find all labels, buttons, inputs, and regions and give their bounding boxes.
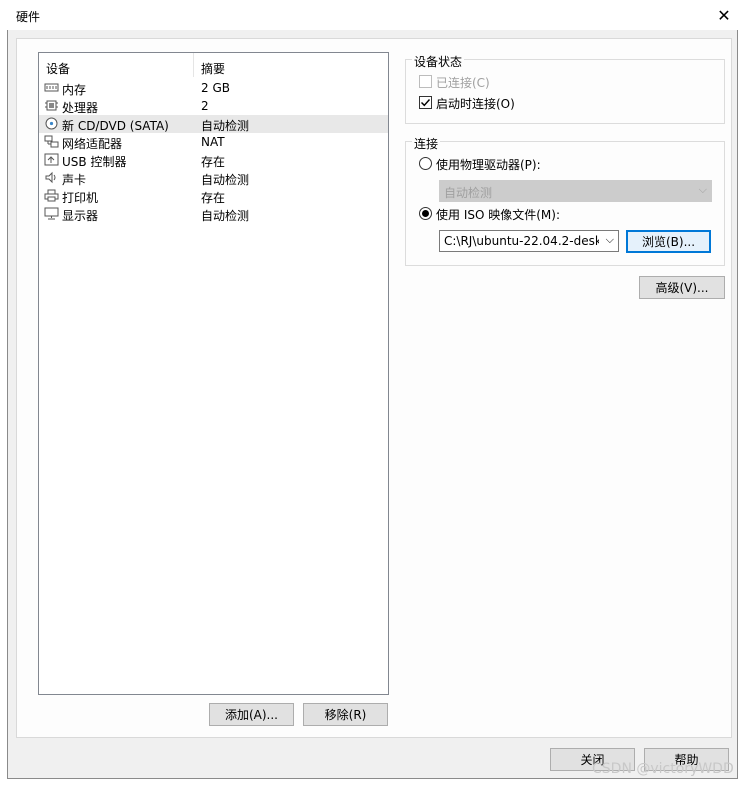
physical-drive-select[interactable]: 自动检测 ⌵	[439, 180, 712, 202]
dialog-client-area: 设备 摘要 内存 2 GB 处理器 2 新 CD/DVD (SATA) 自动检测…	[16, 38, 732, 738]
connection-group: 连接 使用物理驱动器(P): 自动检测 ⌵ 使用 ISO 映像文件(M): C:…	[405, 135, 725, 266]
column-header-summary[interactable]: 摘要	[201, 60, 225, 77]
device-name: USB 控制器	[62, 155, 127, 169]
usb-icon	[44, 153, 59, 166]
radio-selected-dot	[422, 210, 429, 217]
device-row-processor[interactable]: 处理器 2	[39, 97, 388, 115]
device-row-usb-controller[interactable]: USB 控制器 存在	[39, 151, 388, 169]
monitor-icon	[44, 207, 59, 220]
connected-checkbox[interactable]	[419, 75, 432, 88]
physical-drive-radio[interactable]	[419, 157, 432, 170]
device-row-display[interactable]: 显示器 自动检测	[39, 205, 388, 223]
device-name: 声卡	[62, 173, 87, 187]
browse-button[interactable]: 浏览(B)...	[626, 230, 711, 253]
speaker-icon	[45, 171, 56, 184]
device-name: 内存	[62, 83, 87, 97]
device-name: 新 CD/DVD (SATA)	[62, 119, 169, 133]
device-summary: 自动检测	[201, 119, 250, 133]
device-summary: 存在	[201, 191, 226, 205]
device-row-sound-card[interactable]: 声卡 自动检测	[39, 169, 388, 187]
dialog-window: 设备 摘要 内存 2 GB 处理器 2 新 CD/DVD (SATA) 自动检测…	[7, 30, 738, 779]
window-title: 硬件	[16, 10, 41, 24]
device-name: 打印机	[62, 191, 99, 205]
device-rows: 内存 2 GB 处理器 2 新 CD/DVD (SATA) 自动检测 网络适配器…	[39, 79, 388, 223]
connect-at-power-on-checkbox[interactable]	[419, 96, 432, 109]
watermark: CSDN @victoryWDD	[592, 761, 734, 777]
device-row-memory[interactable]: 内存 2 GB	[39, 79, 388, 97]
iso-image-radio[interactable]	[419, 207, 432, 220]
device-summary: 2 GB	[201, 81, 230, 95]
advanced-button[interactable]: 高级(V)...	[639, 276, 725, 299]
device-name: 显示器	[62, 209, 99, 223]
device-row-printer[interactable]: 打印机 存在	[39, 187, 388, 205]
device-summary: 存在	[201, 155, 226, 169]
chevron-down-icon: ⌵	[698, 183, 707, 196]
device-status-title: 设备状态	[412, 53, 465, 70]
printer-icon	[44, 189, 59, 202]
device-summary: 2	[201, 99, 209, 113]
device-row-network-adapter[interactable]: 网络适配器 NAT	[39, 133, 388, 151]
checkmark-icon	[421, 99, 431, 107]
device-list[interactable]: 设备 摘要 内存 2 GB 处理器 2 新 CD/DVD (SATA) 自动检测…	[38, 52, 389, 695]
physical-drive-value: 自动检测	[444, 186, 493, 200]
add-button[interactable]: 添加(A)...	[209, 703, 294, 726]
device-name: 处理器	[62, 101, 99, 115]
connected-label: 已连接(C)	[436, 76, 490, 90]
connection-title: 连接	[412, 135, 441, 152]
connect-at-power-on-label: 启动时连接(O)	[436, 97, 515, 111]
device-name: 网络适配器	[62, 137, 123, 151]
network-adapter-icon	[44, 135, 59, 148]
cd-dvd-icon	[45, 117, 58, 130]
memory-icon	[44, 83, 59, 92]
iso-path-value: C:\RJ\ubuntu-22.04.2-deskt	[444, 234, 599, 248]
device-summary: 自动检测	[201, 173, 250, 187]
column-separator[interactable]	[193, 53, 194, 77]
processor-icon	[45, 100, 58, 111]
iso-path-combo[interactable]: C:\RJ\ubuntu-22.04.2-deskt ⌵	[439, 230, 619, 252]
device-row-cd-dvd[interactable]: 新 CD/DVD (SATA) 自动检测	[39, 115, 388, 133]
device-status-group: 设备状态 已连接(C) 启动时连接(O)	[405, 53, 725, 124]
chevron-down-icon[interactable]: ⌵	[606, 233, 614, 247]
iso-image-label: 使用 ISO 映像文件(M):	[436, 208, 560, 222]
device-summary: 自动检测	[201, 209, 250, 223]
remove-button[interactable]: 移除(R)	[303, 703, 388, 726]
close-window-icon[interactable]: ✕	[713, 4, 735, 26]
list-header: 设备 摘要	[39, 53, 388, 77]
physical-drive-label: 使用物理驱动器(P):	[436, 158, 541, 172]
title-bar: 硬件 ✕	[0, 0, 745, 30]
column-header-device[interactable]: 设备	[46, 60, 70, 77]
device-summary: NAT	[201, 135, 225, 149]
